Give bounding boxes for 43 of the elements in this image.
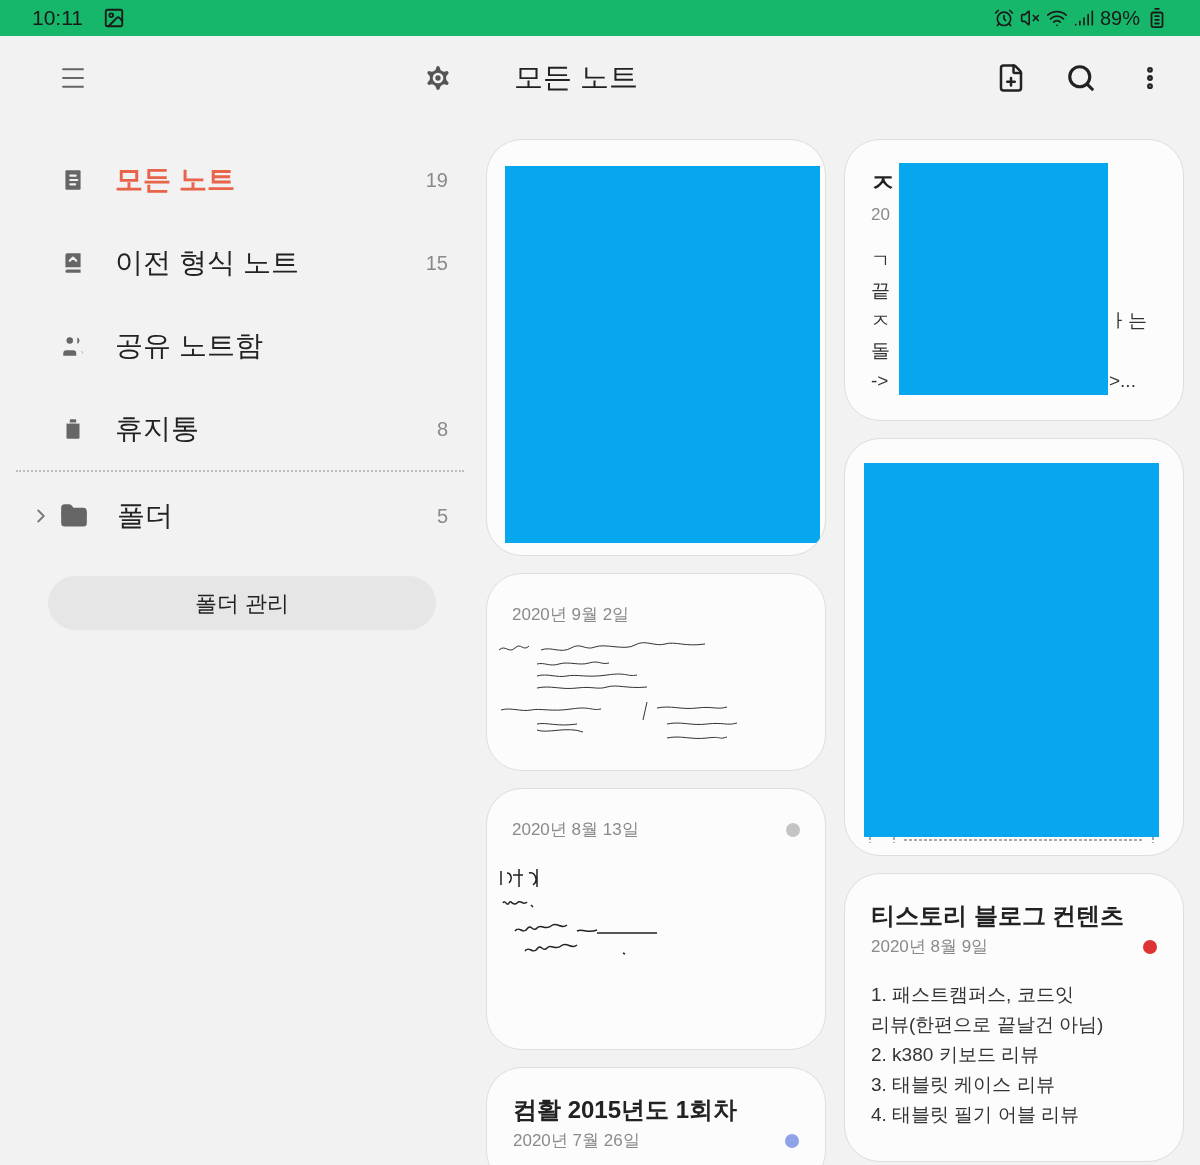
note-date: 2020년 9월 2일	[512, 604, 630, 626]
note-title: 티스토리 블로그 컨텐츠	[871, 901, 1126, 931]
note-text: ㄱ	[871, 249, 890, 271]
note-text: ->	[871, 369, 889, 391]
manage-folders-button[interactable]: 폴더 관리	[48, 576, 436, 630]
note-text: 4. 태블릿 필기 어블 리뷰	[871, 1102, 1080, 1127]
note-card[interactable]: ㅈ 20 ㄱ 끝 ㅈ ㅏ는 돌 -> >...	[844, 139, 1184, 421]
note-date: 2020년 8월 13일	[512, 819, 639, 841]
search-icon[interactable]	[1066, 63, 1096, 93]
sidebar-item[interactable]: 휴지통 8	[16, 387, 464, 470]
note-text: >...	[1109, 368, 1136, 393]
note-text: ㅏ는	[1109, 308, 1147, 333]
item-count: 19	[425, 167, 448, 193]
note-text: 1. 패스트캠퍼스, 코드잇	[871, 982, 1075, 1007]
note-text: 3. 태블릿 케이스 리뷰	[871, 1072, 1056, 1097]
note-card[interactable]: 컴활 2015년도 1회차 2020년 7월 26일	[486, 1067, 826, 1165]
note-date: 2020년 7월 26일	[513, 1130, 640, 1152]
sidebar-item[interactable]: 이전 형식 노트 15	[16, 221, 464, 304]
page-title: 모든 노트	[514, 60, 639, 96]
image-icon	[103, 7, 125, 29]
battery-percent: 89%	[1099, 6, 1140, 31]
note-title: 컴활 2015년도 1회차	[513, 1095, 739, 1125]
note-text: 리뷰(한편으로 끝날건 아님)	[871, 1012, 1105, 1037]
status-time: 10:11	[32, 5, 83, 32]
note-card[interactable]: 티스토리 블로그 컨텐츠 2020년 8월 9일 1. 패스트캠퍼스, 코드잇 리뷰(한편으로 끝날건 아님) 2. k380 키보드 리뷰 3. 태블릿 케이스 리뷰 4. 태블릿 필기 어블 리뷰	[844, 873, 1184, 1162]
note-card[interactable]	[486, 139, 826, 556]
note-text: 2. k380 키보드 리뷰	[871, 1042, 1040, 1067]
folder-icon	[60, 502, 88, 530]
sidebar-item[interactable]: 공유 노트함	[16, 304, 464, 387]
folder-row[interactable]: 폴더 5	[16, 472, 464, 560]
note-text: 끝	[871, 279, 890, 301]
note-date: 20	[871, 204, 890, 226]
item-count: 5	[436, 504, 448, 529]
alarm-icon	[993, 8, 1014, 28]
note-title: ㅈ	[871, 168, 895, 198]
item-count: 15	[425, 250, 448, 276]
signal-icon	[1073, 8, 1094, 28]
note-date: 2020년 8월 9일	[871, 936, 989, 958]
note-text: 돌	[871, 339, 890, 361]
note-card[interactable]	[844, 438, 1184, 856]
note-text: ㅈ	[871, 309, 890, 331]
item-count: 8	[436, 416, 448, 442]
mute-icon	[1019, 8, 1040, 28]
